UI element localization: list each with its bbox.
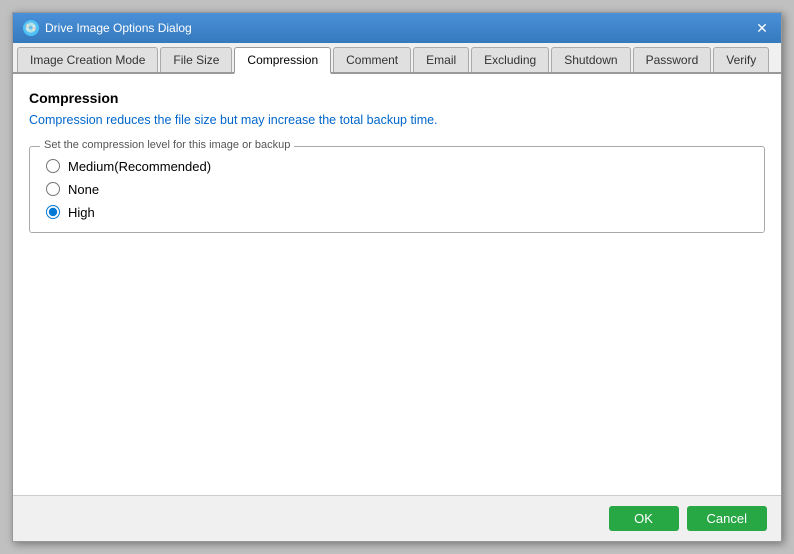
tab-shutdown[interactable]: Shutdown — [551, 47, 630, 72]
radio-high-label: High — [68, 205, 95, 220]
radio-option-medium[interactable]: Medium(Recommended) — [46, 159, 748, 174]
tab-image-creation-mode[interactable]: Image Creation Mode — [17, 47, 158, 72]
dialog-icon: 💿 — [23, 20, 39, 36]
content-area: Compression Compression reduces the file… — [13, 74, 781, 495]
section-description: Compression reduces the file size but ma… — [29, 112, 765, 130]
close-button[interactable]: ✕ — [753, 19, 771, 37]
dialog: 💿 Drive Image Options Dialog ✕ Image Cre… — [12, 12, 782, 542]
radio-option-high[interactable]: High — [46, 205, 748, 220]
footer: OK Cancel — [13, 495, 781, 541]
tab-comment[interactable]: Comment — [333, 47, 411, 72]
radio-none-label: None — [68, 182, 99, 197]
cancel-button[interactable]: Cancel — [687, 506, 767, 531]
tab-file-size[interactable]: File Size — [160, 47, 232, 72]
section-title: Compression — [29, 90, 765, 106]
tab-bar: Image Creation Mode File Size Compressio… — [13, 43, 781, 74]
radio-high[interactable] — [46, 205, 60, 219]
tab-verify[interactable]: Verify — [713, 47, 769, 72]
title-bar: 💿 Drive Image Options Dialog ✕ — [13, 13, 781, 43]
dialog-title: Drive Image Options Dialog — [45, 21, 192, 35]
group-legend: Set the compression level for this image… — [40, 139, 294, 151]
tab-compression[interactable]: Compression — [234, 47, 331, 74]
compression-group: Set the compression level for this image… — [29, 146, 765, 233]
tab-email[interactable]: Email — [413, 47, 469, 72]
radio-medium-label: Medium(Recommended) — [68, 159, 211, 174]
radio-option-none[interactable]: None — [46, 182, 748, 197]
tab-excluding[interactable]: Excluding — [471, 47, 549, 72]
radio-medium[interactable] — [46, 159, 60, 173]
tab-password[interactable]: Password — [633, 47, 712, 72]
ok-button[interactable]: OK — [609, 506, 679, 531]
radio-none[interactable] — [46, 182, 60, 196]
